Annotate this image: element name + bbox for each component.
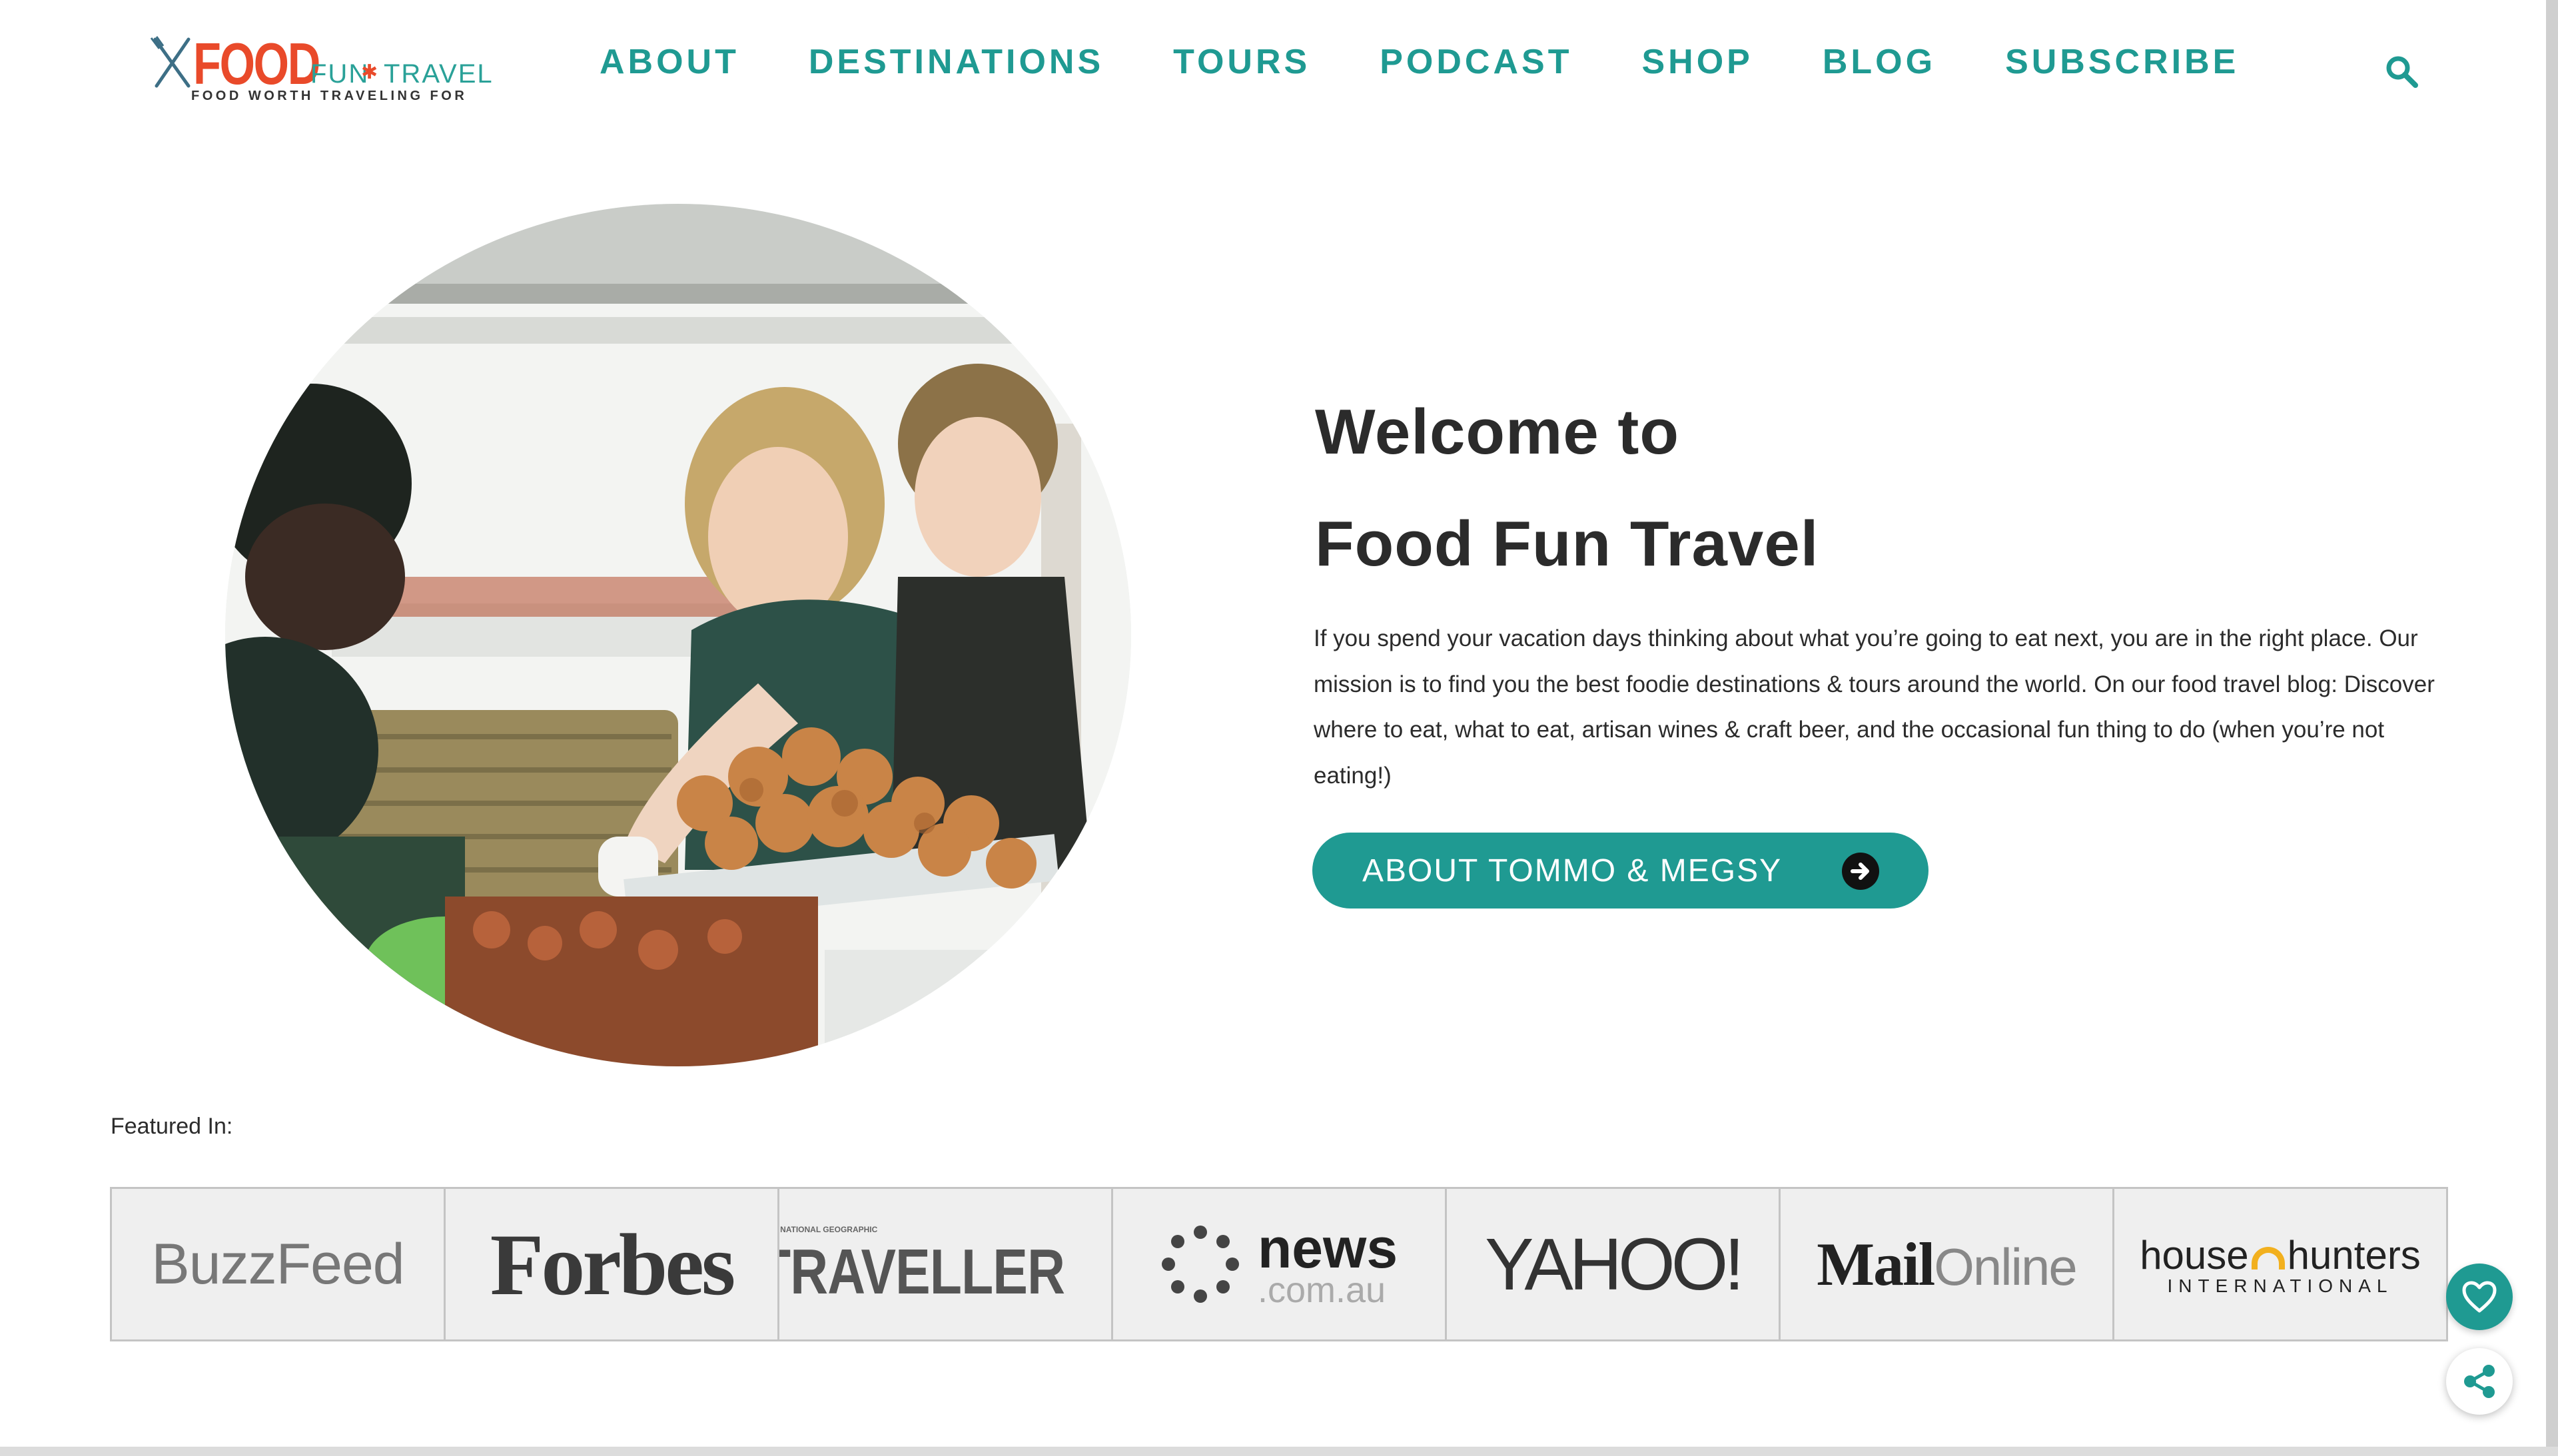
logo-tagline: FOOD WORTH TRAVELING FOR [191, 89, 468, 103]
hero-title-line2: Food Fun Travel [1315, 508, 1819, 579]
natgeo-small-text: NATIONAL GEOGRAPHIC [780, 1224, 878, 1234]
traveller-logo-text: TRAVELLER [779, 1236, 1065, 1307]
hunters-logo-text: hunters [2287, 1232, 2421, 1277]
news-dots-icon [1161, 1226, 1239, 1303]
arrow-right-circle-icon [1842, 853, 1879, 890]
press-logo-mailonline[interactable]: Mail Online [1781, 1189, 2114, 1339]
house-logo-text: house [2140, 1232, 2249, 1277]
logo-fun-text: FUN [310, 59, 370, 89]
main-nav: ABOUT DESTINATIONS TOURS PODCAST SHOP BL… [600, 39, 2308, 85]
yahoo-logo-text: YAHOO! [1485, 1223, 1745, 1305]
nav-item-blog[interactable]: BLOG [1823, 39, 1936, 85]
hero-title: Welcome to Food Fun Travel [1315, 376, 2314, 600]
window-edge-right [2546, 0, 2558, 1456]
international-logo-text: INTERNATIONAL [2167, 1275, 2393, 1296]
nav-item-shop[interactable]: SHOP [1641, 39, 1753, 85]
hero-photo [225, 204, 1131, 1066]
featured-logo-strip: BuzzFeed Forbes NATIONAL GEOGRAPHIC TRAV… [110, 1187, 2448, 1341]
nav-item-about[interactable]: ABOUT [600, 39, 739, 85]
heart-icon [2462, 1281, 2497, 1313]
news-logo-text: news [1257, 1217, 1398, 1279]
nav-item-podcast[interactable]: PODCAST [1380, 39, 1572, 85]
press-logo-news-com-au[interactable]: news .com.au [1113, 1189, 1447, 1339]
press-logo-buzzfeed[interactable]: BuzzFeed [112, 1189, 446, 1339]
about-tommo-megsy-button[interactable]: ABOUT TOMMO & MEGSY [1312, 833, 1928, 909]
logo-food-text: FOOD [193, 31, 320, 97]
hero-description: If you spend your vacation days thinking… [1314, 625, 2435, 789]
buzzfeed-logo-text: BuzzFeed [151, 1232, 404, 1296]
online-logo-text: Online [1934, 1238, 2077, 1296]
press-logo-house-hunters[interactable]: house hunters INTERNATIONAL [2114, 1189, 2446, 1339]
fork-knife-icon [150, 36, 191, 88]
featured-in-label: Featured In: [111, 1114, 233, 1139]
search-icon [2386, 56, 2418, 88]
logo-star-icon: ✱ [361, 61, 378, 83]
press-logo-yahoo[interactable]: YAHOO! [1447, 1189, 1781, 1339]
hero-image [225, 204, 1131, 1066]
window-edge-bottom [0, 1447, 2558, 1456]
mail-logo-text: Mail [1817, 1230, 1935, 1298]
nav-item-subscribe[interactable]: SUBSCRIBE [2005, 39, 2239, 85]
share-icon [2464, 1365, 2495, 1398]
press-logo-traveller[interactable]: NATIONAL GEOGRAPHIC TRAVELLER [779, 1189, 1113, 1339]
favorite-button[interactable] [2446, 1264, 2513, 1330]
nav-item-tours[interactable]: TOURS [1173, 39, 1310, 85]
arch-icon [2251, 1247, 2285, 1270]
site-logo[interactable]: FOOD FUN ✱ TRAVEL FOOD WORTH TRAVELING F… [150, 30, 496, 110]
about-button-label: ABOUT TOMMO & MEGSY [1362, 853, 1783, 889]
press-logo-forbes[interactable]: Forbes [446, 1189, 779, 1339]
share-button[interactable] [2446, 1348, 2513, 1415]
forbes-logo-text: Forbes [490, 1215, 736, 1313]
nav-item-destinations[interactable]: DESTINATIONS [809, 39, 1104, 85]
logo-travel-text: TRAVEL [384, 59, 494, 89]
news-domain-text: .com.au [1257, 1270, 1386, 1310]
search-button[interactable] [2382, 52, 2422, 92]
hero-title-line1: Welcome to [1315, 396, 1679, 468]
